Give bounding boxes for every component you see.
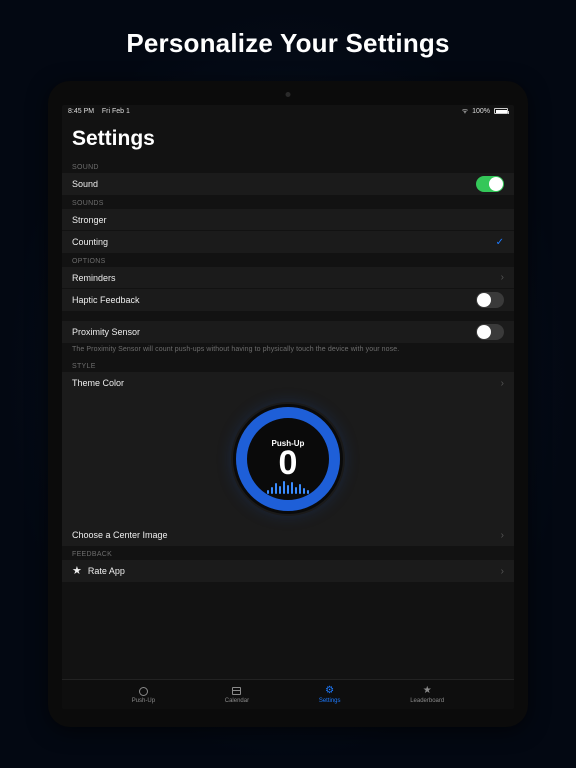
row-label: Reminders	[72, 273, 116, 283]
status-time: 8:45 PM	[68, 108, 94, 115]
row-proximity[interactable]: Proximity Sensor	[62, 321, 514, 343]
pushup-dial: Push-Up 0	[236, 407, 340, 511]
section-header-feedback: FEEDBACK	[62, 546, 514, 560]
section-header-style: STYLE	[62, 358, 514, 372]
dial-value: 0	[279, 446, 298, 480]
row-label: Haptic Feedback	[72, 295, 140, 305]
row-sound-counting[interactable]: Counting ✓	[62, 231, 514, 253]
tab-label: Push-Up	[132, 698, 155, 704]
row-label: Rate App	[88, 566, 125, 576]
row-label: Sound	[72, 179, 98, 189]
camera-dot	[286, 92, 291, 97]
row-label: Choose a Center Image	[72, 530, 168, 540]
proximity-note: The Proximity Sensor will count push-ups…	[62, 343, 514, 358]
calendar-icon	[231, 686, 242, 697]
chevron-right-icon: ›	[501, 378, 504, 389]
settings-list[interactable]: SOUND Sound SOUNDS Stronger Counting ✓ O…	[62, 159, 514, 679]
row-label: Theme Color	[72, 378, 124, 388]
check-icon: ✓	[496, 237, 504, 248]
battery-icon	[494, 108, 508, 114]
chevron-right-icon: ›	[501, 566, 504, 577]
tab-leaderboard[interactable]: ★ Leaderboard	[410, 686, 444, 704]
row-sound[interactable]: Sound	[62, 173, 514, 195]
chevron-right-icon: ›	[501, 272, 504, 283]
screen: 8:45 PM Fri Feb 1 ᯤ 100% Settings SOUND …	[62, 105, 514, 709]
chevron-right-icon: ›	[501, 530, 504, 541]
tab-settings[interactable]: ⚙ Settings	[319, 686, 341, 704]
row-theme-color[interactable]: Theme Color ›	[62, 372, 514, 394]
status-date: Fri Feb 1	[102, 108, 130, 115]
tab-label: Calendar	[225, 698, 249, 704]
dial-bars-icon	[267, 481, 309, 494]
battery-pct: 100%	[472, 108, 490, 115]
tab-bar: Push-Up Calendar ⚙ Settings ★ Leaderboar…	[62, 679, 514, 709]
section-header-sound: SOUND	[62, 159, 514, 173]
tab-label: Leaderboard	[410, 698, 444, 704]
center-image-preview: Push-Up 0	[62, 394, 514, 524]
status-right: ᯤ 100%	[462, 107, 508, 116]
row-haptic[interactable]: Haptic Feedback	[62, 289, 514, 311]
row-label: Proximity Sensor	[72, 327, 140, 337]
toggle-proximity[interactable]	[476, 324, 504, 340]
circle-icon	[138, 686, 149, 697]
star-icon: ★	[72, 566, 82, 577]
page-title: Settings	[62, 117, 514, 159]
section-header-options: OPTIONS	[62, 253, 514, 267]
tab-label: Settings	[319, 698, 341, 704]
row-label: Counting	[72, 237, 108, 247]
status-left: 8:45 PM Fri Feb 1	[68, 108, 130, 115]
row-reminders[interactable]: Reminders ›	[62, 267, 514, 289]
wifi-icon: ᯤ	[462, 107, 468, 116]
status-bar: 8:45 PM Fri Feb 1 ᯤ 100%	[62, 105, 514, 117]
toggle-haptic[interactable]	[476, 292, 504, 308]
star-icon: ★	[422, 686, 433, 697]
gear-icon: ⚙	[324, 686, 335, 697]
marketing-headline: Personalize Your Settings	[126, 28, 449, 59]
row-rate-app[interactable]: ★ Rate App ›	[62, 560, 514, 582]
row-sound-stronger[interactable]: Stronger	[62, 209, 514, 231]
row-label: Stronger	[72, 215, 107, 225]
tab-calendar[interactable]: Calendar	[225, 686, 249, 704]
tab-pushup[interactable]: Push-Up	[132, 686, 155, 704]
row-choose-center-image[interactable]: Choose a Center Image ›	[62, 524, 514, 546]
toggle-sound[interactable]	[476, 176, 504, 192]
section-header-sounds: SOUNDS	[62, 195, 514, 209]
tablet-frame: 8:45 PM Fri Feb 1 ᯤ 100% Settings SOUND …	[48, 81, 528, 727]
